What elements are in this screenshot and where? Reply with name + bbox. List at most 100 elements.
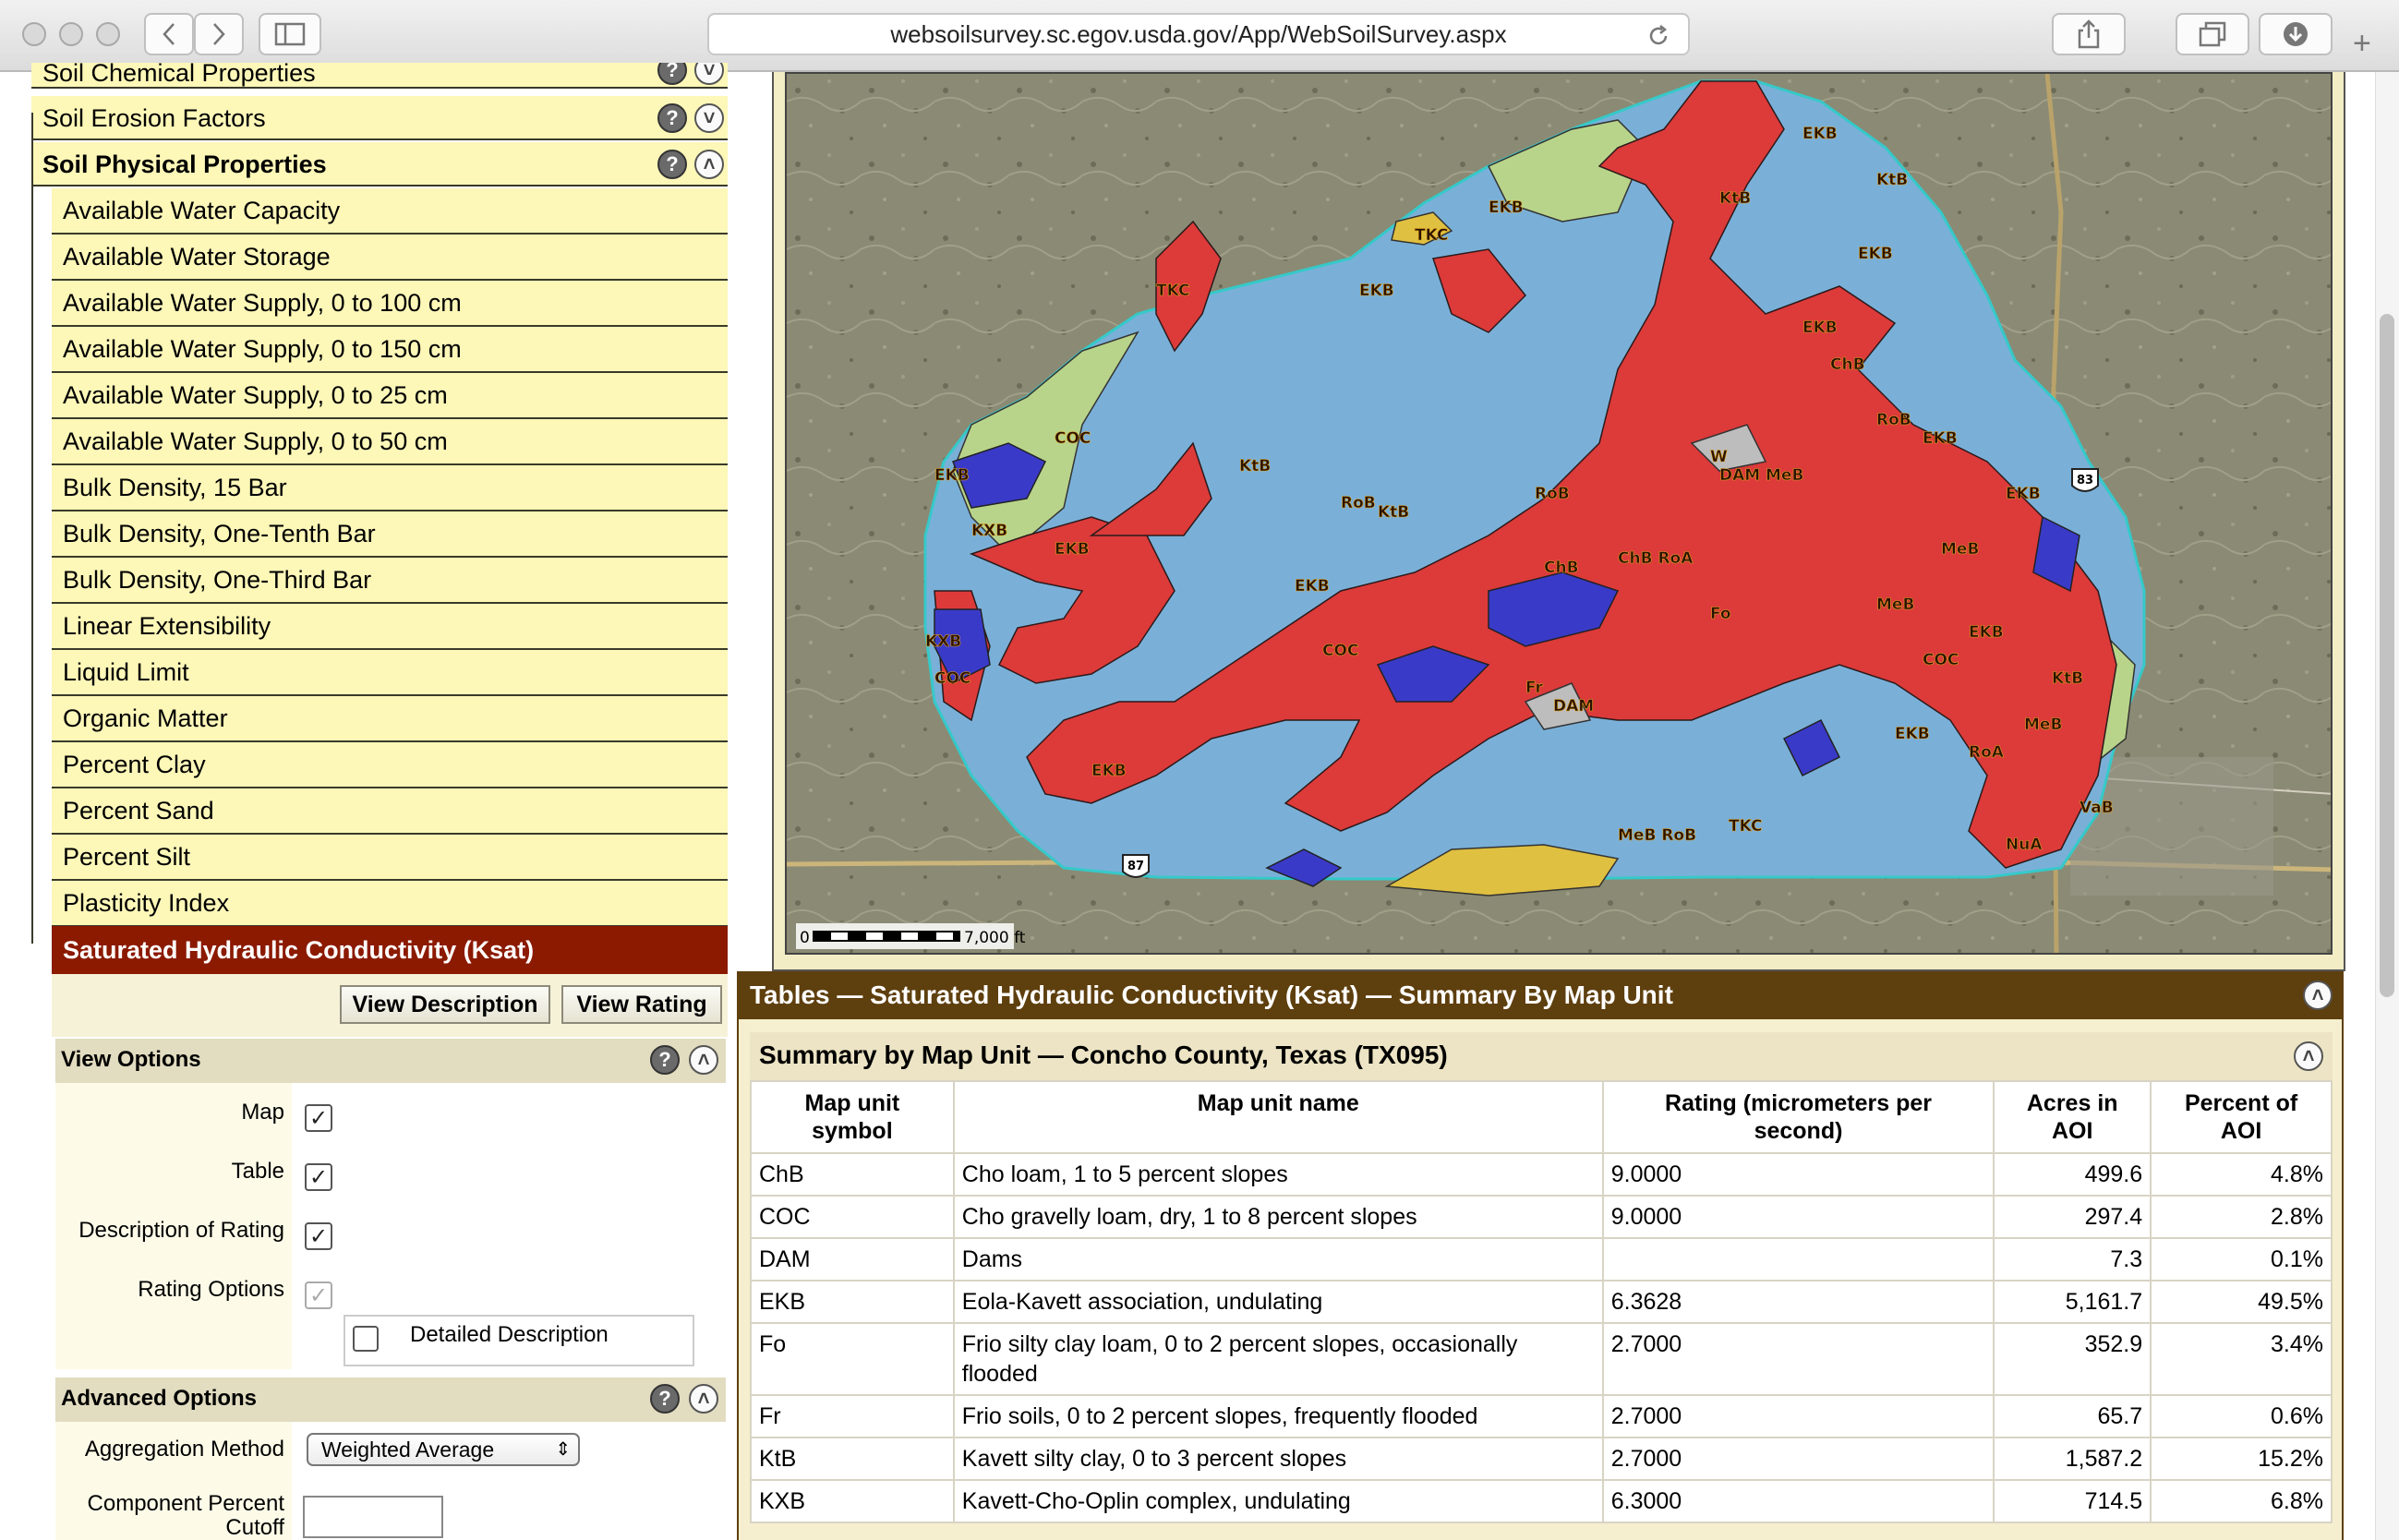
cell-percent: 15.2%: [2150, 1437, 2333, 1481]
category-soil-erosion-factors[interactable]: Soil Erosion Factors ? ˅: [31, 96, 728, 140]
help-icon[interactable]: ?: [650, 1045, 680, 1075]
map-label-ekb: EKB: [1489, 199, 1524, 217]
item-label: Percent Silt: [63, 843, 191, 871]
sidebar-item-linear-extensibility[interactable]: Linear Extensibility: [52, 604, 728, 650]
expand-icon[interactable]: ˅: [694, 63, 724, 85]
map-label-ekb: EKB: [1858, 245, 1893, 263]
cell-rating: 9.0000: [1601, 1152, 1995, 1197]
view-description-button[interactable]: View Description: [340, 985, 550, 1024]
cell-acres: 7.3: [1993, 1237, 2152, 1281]
forward-button[interactable]: [194, 13, 244, 55]
cell-rating: 9.0000: [1601, 1195, 1995, 1239]
sidebar-item-percent-silt[interactable]: Percent Silt: [52, 835, 728, 881]
cell-symbol[interactable]: KXB: [750, 1479, 955, 1523]
advanced-options-header[interactable]: Advanced Options ? ˄: [55, 1378, 726, 1422]
map-checkbox[interactable]: ✓: [305, 1104, 332, 1132]
highway-83-shield: 83: [2071, 468, 2099, 492]
map-label-meb: MeB: [1766, 466, 1803, 485]
collapse-icon[interactable]: ˄: [689, 1384, 718, 1414]
table-checkbox[interactable]: ✓: [305, 1163, 332, 1191]
highway-87-shield: 87: [1122, 854, 1150, 878]
sidebar-item-percent-clay[interactable]: Percent Clay: [52, 742, 728, 788]
sidebar-item-available-water-storage[interactable]: Available Water Storage: [52, 235, 728, 281]
map-option-label: Map: [241, 1100, 284, 1125]
cell-symbol[interactable]: DAM: [750, 1237, 955, 1281]
collapse-icon[interactable]: ˄: [694, 150, 724, 179]
sidebar-item-available-water-capacity[interactable]: Available Water Capacity: [52, 188, 728, 235]
help-icon[interactable]: ?: [657, 103, 687, 133]
collapse-icon[interactable]: ˄: [2294, 1041, 2323, 1071]
cell-acres: 1,587.2: [1993, 1437, 2152, 1481]
section-title: Advanced Options: [61, 1386, 258, 1411]
cell-symbol[interactable]: COC: [750, 1195, 955, 1239]
table-row: EKB Eola-Kavett association, undulating …: [750, 1280, 2333, 1324]
help-icon[interactable]: ?: [657, 150, 687, 179]
collapse-icon[interactable]: ˄: [2303, 981, 2333, 1010]
expand-icon[interactable]: ˅: [694, 103, 724, 133]
item-label: Available Water Supply, 0 to 25 cm: [63, 381, 448, 409]
collapse-icon[interactable]: ˄: [689, 1045, 718, 1075]
cell-acres: 714.5: [1993, 1479, 2152, 1523]
select-arrows-icon: ⇕: [555, 1439, 571, 1460]
col-header-rating: Rating (micrometers per second): [1601, 1080, 1995, 1154]
aggregation-method-select[interactable]: Weighted Average ⇕: [307, 1433, 580, 1466]
sidebar-item-bulk-density-one-tenth[interactable]: Bulk Density, One-Tenth Bar: [52, 511, 728, 558]
sidebar-item-percent-sand[interactable]: Percent Sand: [52, 788, 728, 835]
cell-symbol[interactable]: EKB: [750, 1280, 955, 1324]
cell-acres: 297.4: [1993, 1195, 2152, 1239]
cell-symbol[interactable]: Fr: [750, 1394, 955, 1438]
sidebar-item-aws-0-25[interactable]: Available Water Supply, 0 to 25 cm: [52, 373, 728, 419]
sidebar-item-liquid-limit[interactable]: Liquid Limit: [52, 650, 728, 696]
page-scrollbar-thumb[interactable]: [2380, 314, 2394, 997]
category-soil-physical-properties[interactable]: Soil Physical Properties ? ˄: [31, 142, 728, 186]
zoom-window-button[interactable]: [96, 22, 120, 46]
help-icon[interactable]: ?: [650, 1384, 680, 1414]
sidebar-item-plasticity-index[interactable]: Plasticity Index: [52, 881, 728, 927]
view-rating-button[interactable]: View Rating: [561, 985, 722, 1024]
map-label-ekb: EKB: [1969, 623, 2004, 642]
cell-symbol[interactable]: ChB: [750, 1152, 955, 1197]
sidebar-item-aws-0-50[interactable]: Available Water Supply, 0 to 50 cm: [52, 419, 728, 465]
detailed-description-checkbox[interactable]: [353, 1326, 379, 1352]
sidebar-item-organic-matter[interactable]: Organic Matter: [52, 696, 728, 742]
col-header-symbol: Map unit symbol: [750, 1080, 955, 1154]
component-percent-cutoff-input[interactable]: [303, 1496, 443, 1538]
cell-symbol[interactable]: KtB: [750, 1437, 955, 1481]
map-label-fo: Fo: [1710, 605, 1731, 623]
map-label-ekb: EKB: [1091, 762, 1127, 780]
share-button[interactable]: [2052, 13, 2126, 55]
map-label-chb: ChB: [1830, 355, 1865, 374]
minimize-window-button[interactable]: [59, 22, 83, 46]
summary-title: Summary by Map Unit — Concho County, Tex…: [759, 1041, 1448, 1069]
view-options-header[interactable]: View Options ? ˄: [55, 1039, 726, 1083]
table-row: KtB Kavett silty clay, 0 to 3 percent sl…: [750, 1437, 2333, 1481]
sidebar-toggle-button[interactable]: [259, 13, 321, 55]
description-option-label: Description of Rating: [78, 1218, 284, 1243]
reload-icon[interactable]: [1646, 23, 1671, 49]
address-bar[interactable]: websoilsurvey.sc.egov.usda.gov/App/WebSo…: [707, 13, 1690, 55]
cell-rating: 6.3628: [1601, 1280, 1995, 1324]
back-button[interactable]: [144, 13, 194, 55]
map-canvas[interactable]: 83 87 EKB EKB EKB EKB EKB EKB EKB EKB EK…: [787, 74, 2333, 955]
cell-symbol[interactable]: Fo: [750, 1322, 955, 1396]
map-label-rob: RoB: [1535, 485, 1570, 503]
description-checkbox[interactable]: ✓: [305, 1222, 332, 1250]
col-header-percent: Percent of AOI: [2150, 1080, 2333, 1154]
sidebar-item-aws-0-150[interactable]: Available Water Supply, 0 to 150 cm: [52, 327, 728, 373]
cell-name: Kavett silty clay, 0 to 3 percent slopes: [952, 1437, 1604, 1481]
soil-map[interactable]: 83 87 EKB EKB EKB EKB EKB EKB EKB EKB EK…: [785, 72, 2333, 955]
sidebar-item-bulk-density-one-third[interactable]: Bulk Density, One-Third Bar: [52, 558, 728, 604]
close-window-button[interactable]: [22, 22, 46, 46]
map-label-chb-roa: ChB RoA: [1618, 549, 1694, 568]
help-icon[interactable]: ?: [657, 63, 687, 85]
downloads-button[interactable]: [2259, 13, 2333, 55]
table-row: ChB Cho loam, 1 to 5 percent slopes 9.00…: [750, 1152, 2333, 1197]
map-label-coc: COC: [934, 669, 970, 688]
sidebar-item-bulk-density-15-bar[interactable]: Bulk Density, 15 Bar: [52, 465, 728, 511]
sidebar-item-aws-0-100[interactable]: Available Water Supply, 0 to 100 cm: [52, 281, 728, 327]
category-soil-chemical-properties[interactable]: Soil Chemical Properties ? ˅: [31, 63, 728, 89]
tabs-overview-button[interactable]: [2176, 13, 2249, 55]
map-label-rob: RoB: [1341, 494, 1376, 512]
new-tab-plus-icon[interactable]: +: [2353, 28, 2371, 59]
sidebar-item-selected-ksat[interactable]: Saturated Hydraulic Conductivity (Ksat): [52, 926, 728, 974]
